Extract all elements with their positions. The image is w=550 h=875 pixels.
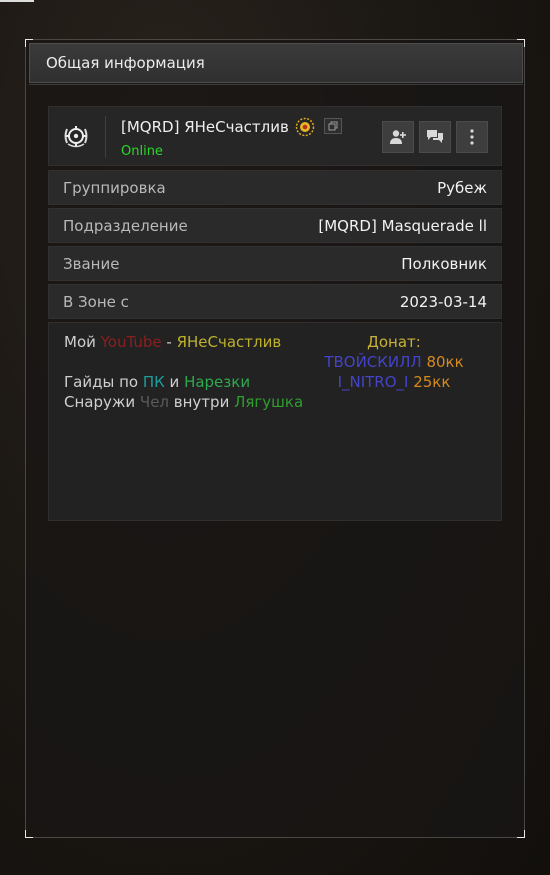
add-friend-icon [390,130,406,144]
bio-text: Нарезки [184,373,251,391]
bio-text: - [161,333,177,351]
donate-amount: 80кк [421,353,464,371]
bio-left-column: Мой YouTube - ЯНеСчастлив Гайды по ПК и … [64,332,303,412]
info-label: Группировка [63,178,166,197]
donor-name: ТВОЙСКИЛЛ [324,353,422,371]
donate-entry: ТВОЙСКИЛЛ 80кк [319,352,469,372]
window-edge-mark [0,0,34,2]
corner-bracket [517,830,525,838]
bio-text: и [164,373,185,391]
info-row-faction: Группировка Рубеж [48,170,502,205]
info-value: [MQRD] Masquerade ll [318,216,487,235]
message-button[interactable] [419,121,451,153]
bio-text: Лягушка [234,393,304,411]
bio-line: Мой YouTube - ЯНеСчастлив [64,332,303,352]
online-status: Online [121,144,163,159]
info-label: Подразделение [63,216,188,235]
sun-badge-icon [295,117,315,137]
bio-text: внутри [169,393,235,411]
info-value: Рубеж [437,178,487,197]
bio-line: Снаружи Чел внутри Лягушка [64,392,303,412]
header-divider [29,84,523,85]
info-row-zone-since: В Зоне с 2023-03-14 [48,284,502,319]
bio-text: YouTube [100,333,162,351]
corner-bracket [25,830,33,838]
bio-text: ПК [142,373,165,391]
info-label: В Зоне с [63,292,129,311]
donate-column: Донат: ТВОЙСКИЛЛ 80кк I_NITRO_I 25кк [319,332,469,392]
copy-icon [328,121,338,131]
donate-entry: I_NITRO_I 25кк [319,372,469,392]
donate-title: Донат: [367,333,421,351]
more-vertical-icon [470,129,474,145]
bio-text-block: Мой YouTube - ЯНеСчастлив Гайды по ПК и … [48,322,502,521]
general-info-panel: Общая информация [MQRD] ЯНеСчастлив Onli… [25,39,525,838]
emblem-divider [105,116,106,158]
bio-line: Гайды по ПК и Нарезки [64,372,303,392]
add-friend-button[interactable] [382,121,414,153]
bio-text: Чел [139,393,170,411]
crosshair-wreath-icon [62,122,90,150]
bio-text: Мой [64,333,101,351]
info-row-squad: Подразделение [MQRD] Masquerade ll [48,208,502,243]
donate-amount: 25кк [408,373,451,391]
chat-icon [427,130,443,143]
bio-text: ЯНеСчастлив [176,333,282,351]
profile-card: [MQRD] ЯНеСчастлив Online [48,106,502,166]
copy-name-button[interactable] [324,118,342,134]
more-options-button[interactable] [456,121,488,153]
info-row-rank: Звание Полковник [48,246,502,281]
info-value: 2023-03-14 [399,292,487,311]
bio-text: Снаружи [64,393,140,411]
bio-blank-line [64,352,303,372]
panel-title: Общая информация [29,43,523,83]
player-name: [MQRD] ЯНеСчастлив [121,118,289,136]
bio-text: Гайды по [64,373,143,391]
donor-name: I_NITRO_I [337,373,409,391]
info-label: Звание [63,254,120,273]
info-value: Полковник [401,254,487,273]
